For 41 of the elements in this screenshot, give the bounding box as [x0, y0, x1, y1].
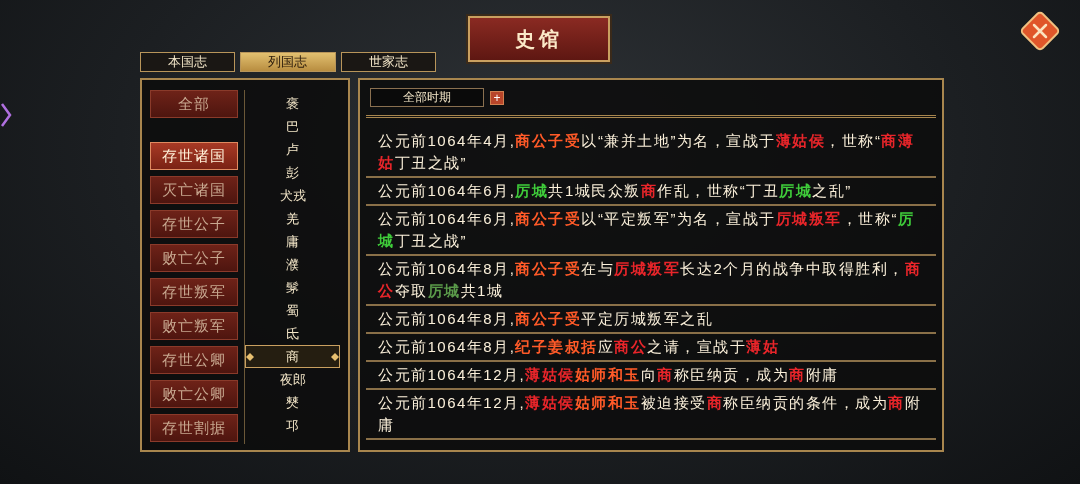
history-entry: 公元前1064年12月,薄姑侯姑师和玉向商称臣纳贡，成为商附庸	[366, 362, 936, 390]
history-entry: 公元前1064年8月,商公子受平定厉城叛军之乱	[366, 306, 936, 334]
history-entry: 公元前1064年4月,商公子受以“兼并土地”为名，宣战于薄姑侯，世称“商薄姑丁丑之战”	[366, 128, 936, 178]
nation-item[interactable]: 濮	[245, 253, 340, 276]
category-button[interactable]: 全部	[150, 90, 238, 118]
category-button[interactable]: 存世公子	[150, 210, 238, 238]
nation-item[interactable]: 彭	[245, 161, 340, 184]
category-button[interactable]: 败亡公卿	[150, 380, 238, 408]
history-entry: 公元前1064年8月,纪子姜叔括应商公之请，宣战于薄姑	[366, 334, 936, 362]
category-button[interactable]: 存世叛军	[150, 278, 238, 306]
category-button[interactable]: 存世公卿	[150, 346, 238, 374]
category-button[interactable]: 败亡叛军	[150, 312, 238, 340]
window-title: 史馆	[468, 16, 610, 62]
category-button[interactable]: 灭亡诸国	[150, 176, 238, 204]
period-dropdown[interactable]: 全部时期	[370, 88, 484, 107]
category-button[interactable]: 存世割据	[150, 414, 238, 442]
category-button[interactable]: 存世诸国	[150, 142, 238, 170]
nation-item[interactable]: 氐	[245, 322, 340, 345]
tab[interactable]: 本国志	[140, 52, 236, 72]
nation-item[interactable]: 犬戎	[245, 184, 340, 207]
history-entry: 公元前1064年6月,厉城共1城民众叛商作乱，世称“丁丑厉城之乱”	[366, 178, 936, 206]
nation-item[interactable]: 髳	[245, 276, 340, 299]
nation-item[interactable]: 僰	[245, 391, 340, 414]
nation-item[interactable]: 褒	[245, 92, 340, 115]
nation-item[interactable]: 庸	[245, 230, 340, 253]
nation-item[interactable]: 商	[245, 345, 340, 368]
nation-item[interactable]: 邛	[245, 414, 340, 437]
category-button[interactable]: 败亡公子	[150, 244, 238, 272]
nation-item[interactable]: 卢	[245, 138, 340, 161]
history-entry: 公元前1064年8月,商公子受在与厉城叛军长达2个月的战争中取得胜利，商公夺取厉城共1城	[366, 256, 936, 306]
tab[interactable]: 世家志	[340, 52, 436, 72]
history-entry: 公元前1064年6月,商公子受以“平定叛军”为名，宣战于厉城叛军，世称“厉城丁丑之战”	[366, 206, 936, 256]
nation-item[interactable]: 夜郎	[245, 368, 340, 391]
diamond-icon	[331, 352, 339, 361]
nation-item[interactable]: 羌	[245, 207, 340, 230]
add-button[interactable]: +	[490, 90, 504, 105]
nation-item[interactable]: 巴	[245, 115, 340, 138]
nation-item[interactable]: 蜀	[245, 299, 340, 322]
history-entry: 公元前1064年12月,薄姑侯姑师和玉被迫接受商称臣纳贡的条件，成为商附庸	[366, 390, 936, 440]
tab[interactable]: 列国志	[240, 52, 336, 72]
diamond-icon	[246, 352, 254, 361]
